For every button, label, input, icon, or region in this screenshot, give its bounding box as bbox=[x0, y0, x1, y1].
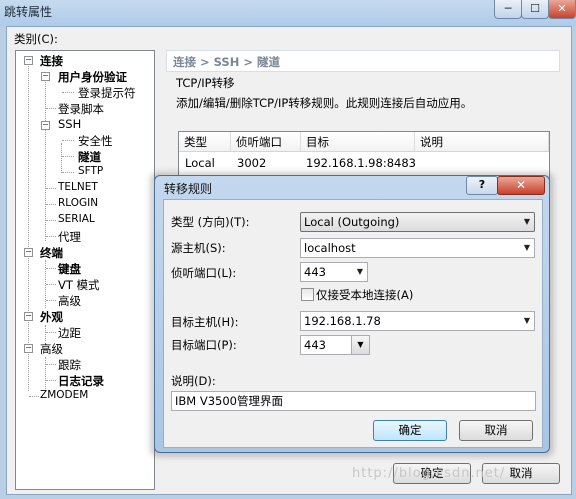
cell-type: Local bbox=[185, 156, 215, 170]
cell-target: 192.168.1.98:8483 bbox=[306, 156, 416, 170]
watermark-text: http://blog.csdn.net/ bbox=[352, 466, 506, 481]
help-icon: ? bbox=[478, 178, 486, 191]
dialog-cancel-button[interactable]: 取消 bbox=[459, 420, 533, 441]
tree-item-proxy[interactable]: 代理 bbox=[58, 229, 81, 245]
tree-item-sftp[interactable]: SFTP bbox=[78, 165, 103, 177]
chevron-down-icon[interactable]: ▼ bbox=[351, 336, 369, 354]
tree-expand-icon[interactable]: − bbox=[41, 121, 50, 130]
column-header-note[interactable]: 说明 bbox=[415, 132, 549, 152]
tree-item-login-prompts[interactable]: 登录提示符 bbox=[78, 85, 136, 101]
window-title: 跳转属性 bbox=[4, 5, 53, 19]
chevron-down-icon: ▼ bbox=[523, 316, 530, 325]
tree-item-margin[interactable]: 边距 bbox=[58, 325, 81, 341]
target-port-combo[interactable]: 443 ▼ bbox=[300, 335, 370, 355]
tree-item-advanced[interactable]: 高级 bbox=[40, 341, 63, 357]
dialog-help-button[interactable]: ? bbox=[466, 176, 498, 195]
minimize-icon: ─ bbox=[504, 2, 512, 15]
tree-expand-icon[interactable]: − bbox=[24, 312, 33, 321]
local-only-checkbox[interactable] bbox=[301, 288, 314, 301]
tree-item-connection[interactable]: 连接 bbox=[40, 53, 63, 69]
tree-item-auth[interactable]: 用户身份验证 bbox=[58, 69, 127, 85]
tree-item-logging[interactable]: 日志记录 bbox=[58, 373, 104, 389]
maximize-button[interactable]: ☐ bbox=[521, 0, 549, 19]
tree-item-telnet[interactable]: TELNET bbox=[58, 181, 98, 193]
column-header-type[interactable]: 类型 bbox=[179, 132, 231, 152]
tree-item-ssh[interactable]: SSH bbox=[58, 117, 81, 131]
tree-expand-icon[interactable]: − bbox=[24, 344, 33, 353]
close-icon: ✕ bbox=[515, 178, 527, 192]
dialog-ok-button[interactable]: 确定 bbox=[373, 420, 447, 441]
local-only-label[interactable]: 仅接受本地连接(A) bbox=[316, 287, 413, 303]
listen-port-combo[interactable]: 443 ▼ bbox=[300, 262, 368, 282]
description-input[interactable]: IBM V3500管理界面 bbox=[171, 391, 536, 411]
target-port-label: 目标端口(P): bbox=[171, 338, 237, 352]
source-host-label: 源主机(S): bbox=[171, 241, 226, 255]
tree-item-terminal-advanced[interactable]: 高级 bbox=[58, 293, 81, 309]
tree-item-trace[interactable]: 跟踪 bbox=[58, 357, 81, 373]
tree-item-zmodem[interactable]: ZMODEM bbox=[40, 389, 88, 401]
section-legend: TCP/IP转移 bbox=[176, 76, 235, 90]
column-header-target[interactable]: 目标 bbox=[301, 132, 415, 152]
tree-item-keyboard[interactable]: 键盘 bbox=[58, 261, 81, 277]
tree-item-terminal[interactable]: 终端 bbox=[40, 245, 63, 261]
source-host-combo[interactable]: localhost ▼ bbox=[300, 238, 535, 258]
tree-item-vt-mode[interactable]: VT 模式 bbox=[58, 277, 100, 293]
section-description: 添加/编辑/删除TCP/IP转移规则。此规则连接后自动应用。 bbox=[176, 96, 473, 110]
chevron-down-icon: ▼ bbox=[523, 217, 530, 226]
minimize-button[interactable]: ─ bbox=[494, 0, 522, 19]
tree-item-tunnel[interactable]: 隧道 bbox=[78, 149, 101, 165]
tree-item-security[interactable]: 安全性 bbox=[78, 133, 113, 149]
tree-item-appearance[interactable]: 外观 bbox=[40, 309, 63, 325]
target-port-value: 443 bbox=[304, 338, 326, 352]
target-host-combo[interactable]: 192.168.1.78 ▼ bbox=[300, 311, 535, 331]
tree-item-login-script[interactable]: 登录脚本 bbox=[58, 101, 104, 117]
dialog-close-button[interactable]: ✕ bbox=[497, 176, 545, 195]
maximize-icon: ☐ bbox=[530, 2, 540, 15]
close-icon: ✕ bbox=[557, 2, 567, 15]
tree-expand-icon[interactable]: − bbox=[24, 248, 33, 257]
target-host-label: 目标主机(H): bbox=[171, 315, 239, 329]
window-close-button[interactable]: ✕ bbox=[548, 0, 576, 19]
window-titlebar[interactable] bbox=[0, 0, 576, 26]
tree-expand-icon[interactable]: − bbox=[24, 56, 33, 65]
cell-port: 3002 bbox=[237, 156, 267, 170]
type-select-value: Local (Outgoing) bbox=[304, 215, 400, 229]
listen-port-value: 443 bbox=[304, 265, 326, 279]
breadcrumb: 连接 > SSH > 隧道 bbox=[166, 50, 560, 72]
type-label: 类型 (方向)(T): bbox=[171, 215, 250, 229]
target-host-value: 192.168.1.78 bbox=[304, 314, 381, 328]
tree-item-rlogin[interactable]: RLOGIN bbox=[58, 197, 98, 209]
description-label: 说明(D): bbox=[171, 374, 216, 388]
source-host-value: localhost bbox=[304, 241, 356, 255]
category-tree[interactable]: − 连接 − 用户身份验证 登录提示符 登录脚本 − SSH 安全性 隧道 SF… bbox=[15, 50, 155, 490]
category-label: 类别(C): bbox=[14, 32, 58, 46]
chevron-down-icon: ▼ bbox=[356, 267, 363, 276]
listen-port-label: 侦听端口(L): bbox=[171, 266, 237, 280]
type-select[interactable]: Local (Outgoing) ▼ bbox=[300, 212, 535, 232]
column-header-listen-port[interactable]: 侦听端口 bbox=[231, 132, 301, 152]
chevron-down-icon: ▼ bbox=[523, 243, 530, 252]
tree-item-serial[interactable]: SERIAL bbox=[58, 213, 95, 225]
dialog-title: 转移规则 bbox=[164, 182, 213, 196]
tree-expand-icon[interactable]: − bbox=[41, 72, 50, 81]
